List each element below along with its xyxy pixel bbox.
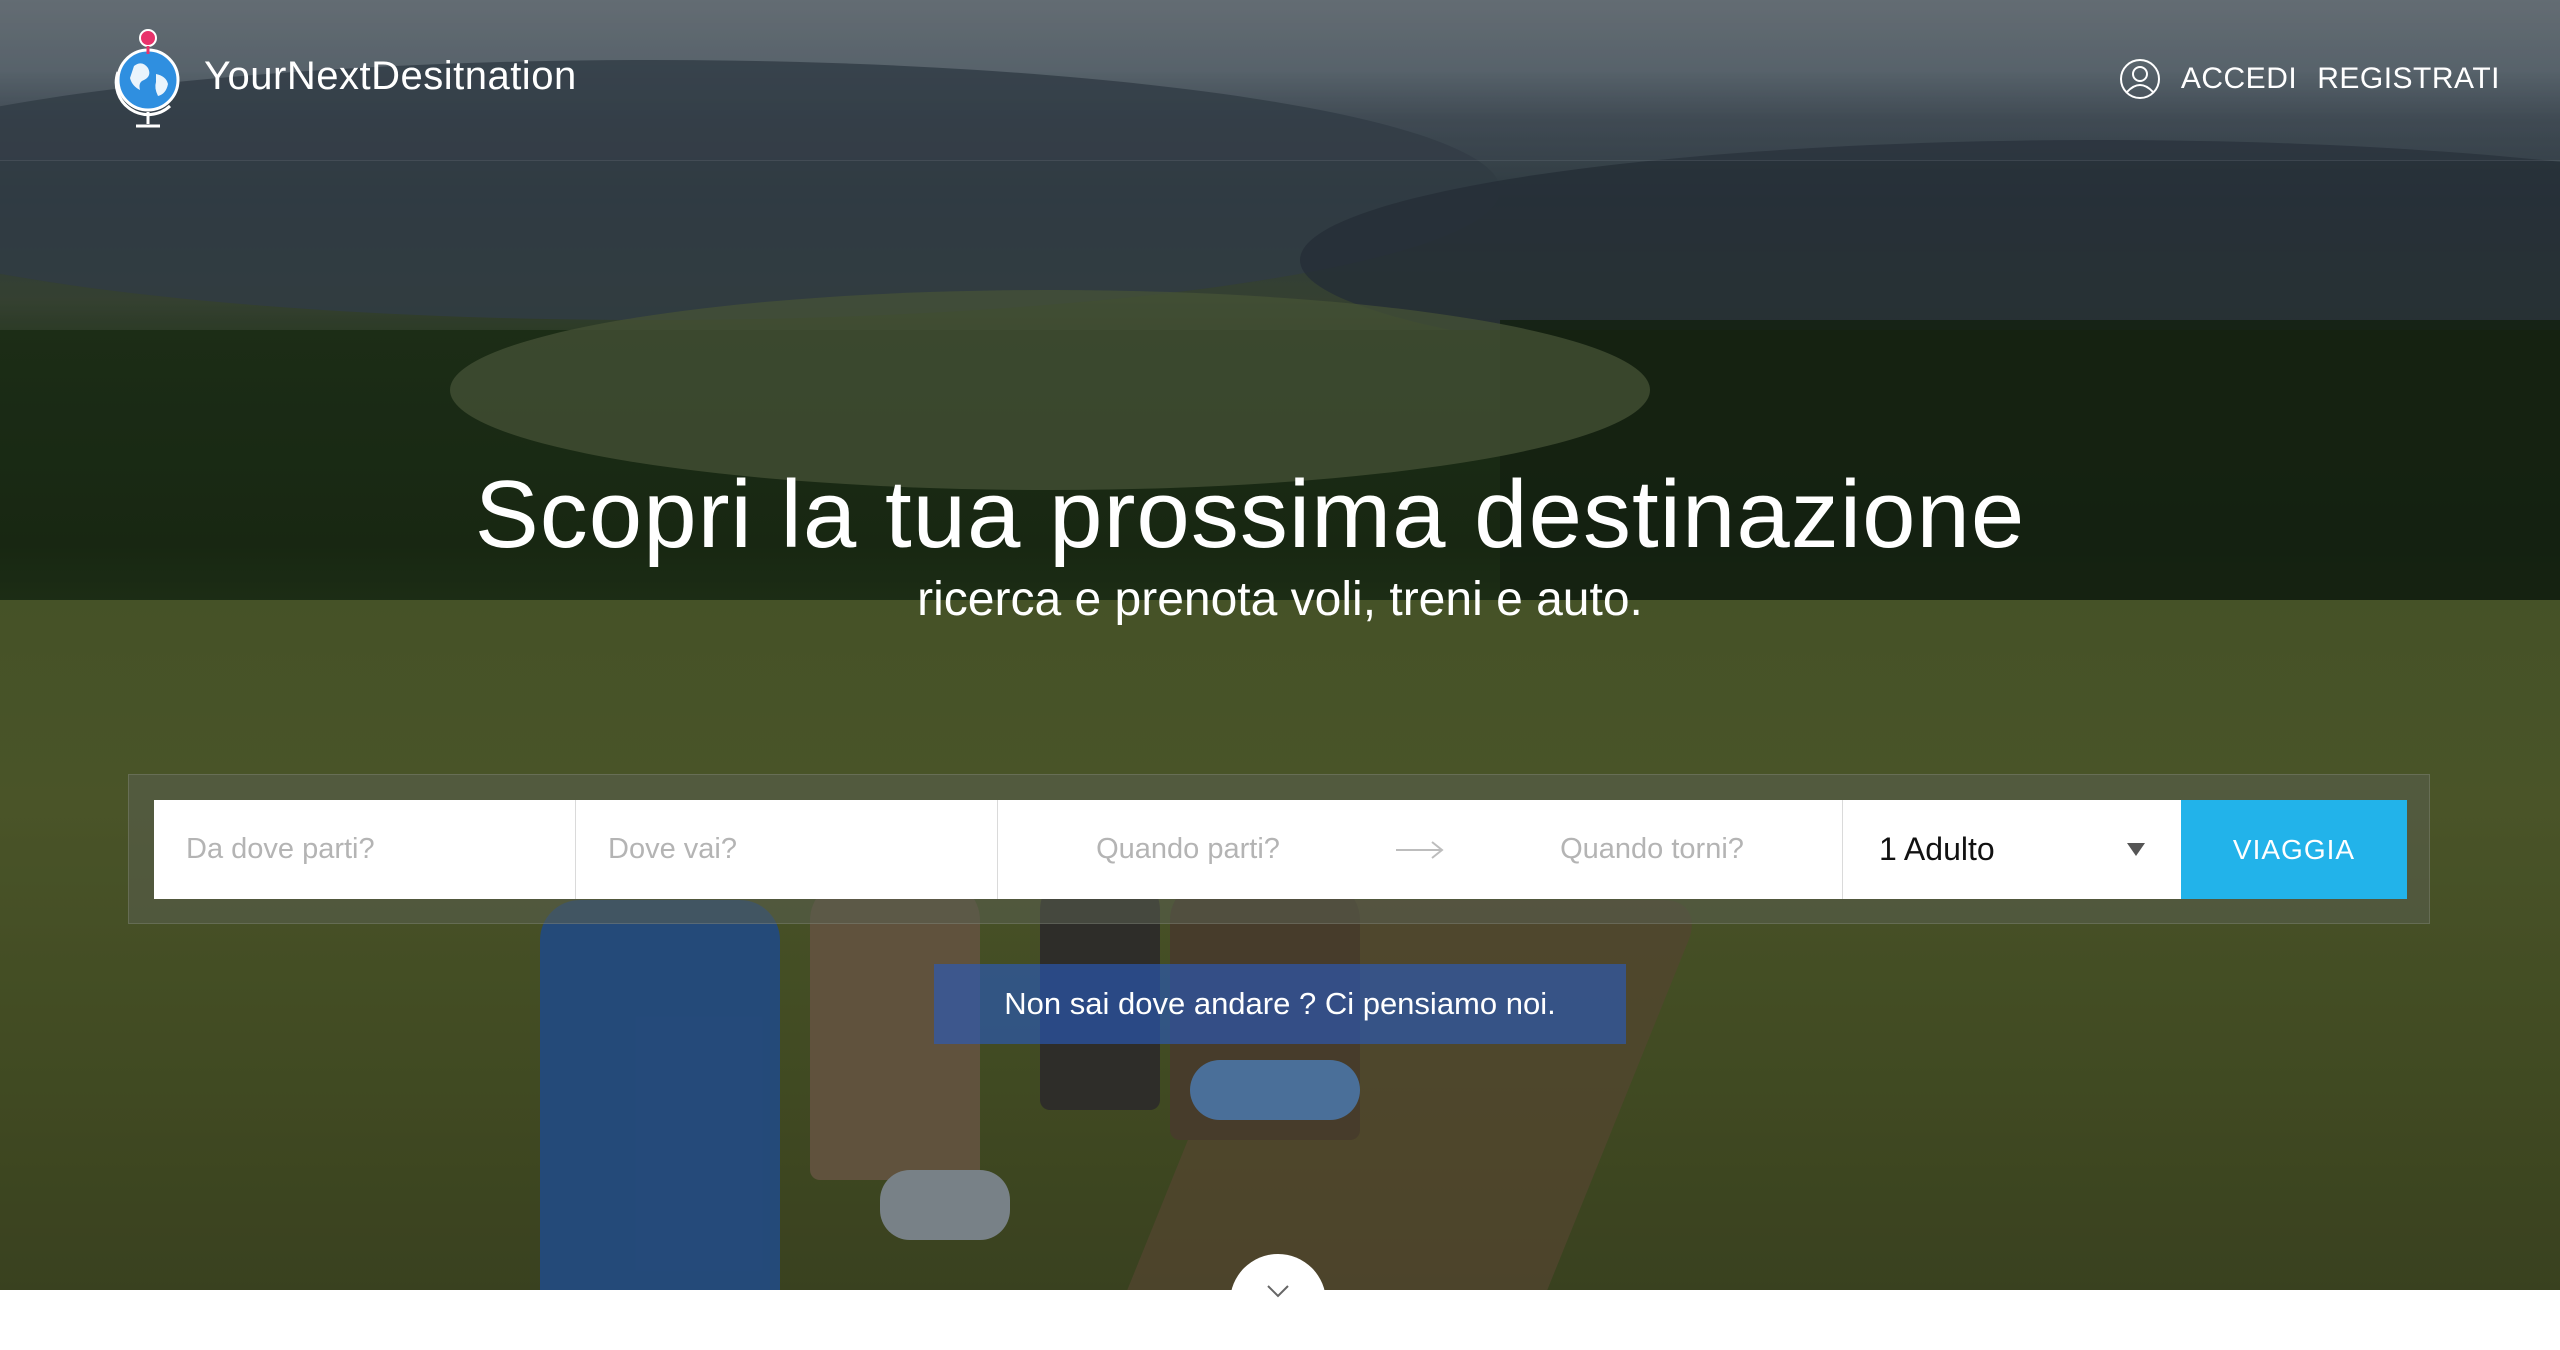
globe-pin-icon[interactable] xyxy=(108,28,188,132)
hero-background xyxy=(0,0,2560,1290)
hero-subtitle: ricerca e prenota voli, treni e auto. xyxy=(917,573,1643,626)
search-button[interactable]: VIAGGIA xyxy=(2181,800,2407,899)
arrow-right-icon xyxy=(1378,800,1462,899)
account-nav: ACCEDI REGISTRATI xyxy=(2119,58,2500,100)
scroll-down-button[interactable] xyxy=(1230,1254,1326,1350)
search-form: 1 Adulto VIAGGIA xyxy=(154,800,2407,899)
return-date-input[interactable] xyxy=(1462,800,1842,899)
register-link[interactable]: REGISTRATI xyxy=(2317,62,2500,96)
chevron-down-icon xyxy=(1267,1285,1289,1298)
chevron-down-icon xyxy=(2127,843,2145,856)
brand-name[interactable]: YourNextDesitnation xyxy=(204,54,577,99)
passengers-value: 1 Adulto xyxy=(1879,831,1995,867)
destination-input[interactable] xyxy=(576,800,998,899)
top-navbar: YourNextDesitnation ACCEDI REGISTRATI xyxy=(0,0,2560,161)
suggest-destination-button[interactable]: Non sai dove andare ? Ci pensiamo noi. xyxy=(934,964,1626,1044)
origin-input[interactable] xyxy=(154,800,576,899)
user-circle-icon xyxy=(2119,59,2160,99)
date-range xyxy=(998,800,1843,899)
hero-overlay xyxy=(0,0,2560,1290)
login-link[interactable]: ACCEDI xyxy=(2181,62,2297,96)
departure-date-input[interactable] xyxy=(998,800,1378,899)
hero-title: Scopri la tua prossima destinazione xyxy=(474,461,2026,568)
passengers-select[interactable]: 1 Adulto xyxy=(1843,800,2181,899)
